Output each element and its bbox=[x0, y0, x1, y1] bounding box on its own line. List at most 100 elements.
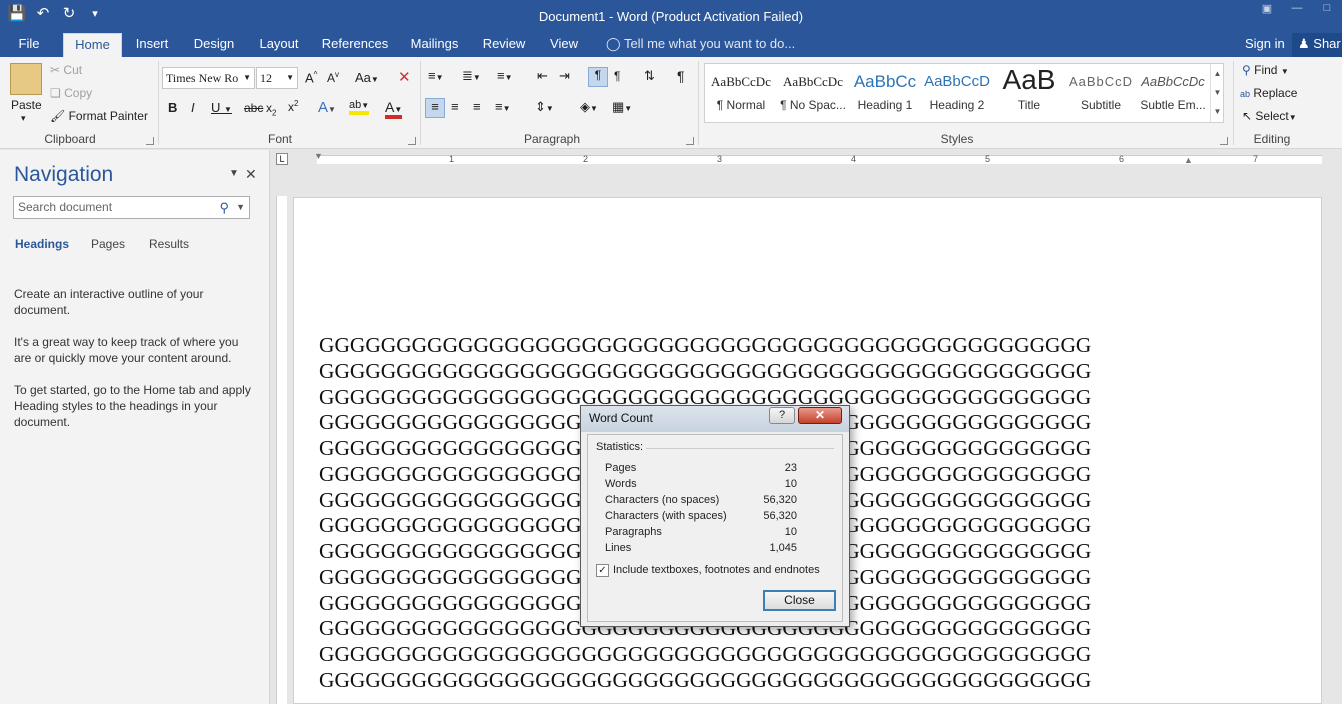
paragraph-launcher-icon[interactable] bbox=[686, 137, 694, 145]
multilevel-list-icon[interactable]: ≡▼ bbox=[497, 68, 513, 83]
style-heading-1[interactable]: AaBbCc Heading 1 bbox=[849, 64, 921, 122]
tab-view[interactable]: View bbox=[545, 33, 583, 57]
close-button[interactable]: Close bbox=[763, 590, 836, 611]
subscript-icon[interactable]: x2 bbox=[266, 101, 276, 117]
font-size-value: 12 bbox=[260, 71, 272, 85]
dialog-close-icon[interactable]: ✕ bbox=[798, 407, 842, 424]
tab-pages[interactable]: Pages bbox=[91, 237, 125, 251]
highlight-icon[interactable]: ab▼ bbox=[349, 99, 370, 115]
superscript-icon[interactable]: x2 bbox=[288, 99, 298, 114]
numbering-icon[interactable]: ≣▼ bbox=[462, 68, 481, 84]
format-painter-button[interactable]: 🖌 Format Painter bbox=[50, 109, 148, 123]
sort-icon[interactable]: ⇅ bbox=[644, 68, 655, 84]
style-no-spacing[interactable]: AaBbCcDc ¶ No Spac... bbox=[777, 64, 849, 122]
borders-icon[interactable]: ▦▼ bbox=[612, 99, 632, 115]
tab-references[interactable]: References bbox=[320, 33, 390, 57]
strikethrough-icon[interactable]: abc bbox=[244, 101, 263, 115]
font-size-combo[interactable]: 12 ▼ bbox=[256, 67, 298, 89]
close-icon[interactable]: ✕ bbox=[245, 166, 257, 183]
styles-scroll[interactable]: ▲ ▼ ▼ bbox=[1210, 64, 1224, 122]
replace-button[interactable]: ab Replace bbox=[1240, 86, 1297, 100]
tab-design[interactable]: Design bbox=[190, 33, 238, 57]
tab-file[interactable]: File bbox=[8, 33, 50, 57]
minimize-icon[interactable]: — bbox=[1282, 2, 1312, 22]
stat-value: 10 bbox=[784, 478, 797, 490]
stat-label: Lines bbox=[605, 542, 632, 554]
increase-indent-icon[interactable]: ⇥ bbox=[559, 68, 570, 84]
paste-icon[interactable] bbox=[10, 63, 42, 95]
text-effects-icon[interactable]: A▼ bbox=[318, 99, 336, 116]
sign-in-link[interactable]: Sign in bbox=[1245, 33, 1285, 55]
copy-button[interactable]: ❏ Copy bbox=[50, 86, 92, 100]
right-indent-icon[interactable]: ▲ bbox=[1184, 155, 1193, 165]
stat-row: Characters (with spaces) 56,320 bbox=[605, 510, 797, 526]
font-color-icon[interactable]: A▼ bbox=[385, 99, 403, 119]
include-textboxes-checkbox[interactable]: ✓ bbox=[596, 564, 609, 577]
shrink-font-icon[interactable]: Av bbox=[327, 70, 339, 85]
style-normal[interactable]: AaBbCcDc ¶ Normal bbox=[705, 64, 777, 122]
chevron-down-icon: ▼ bbox=[1288, 113, 1297, 122]
italic-icon[interactable]: I bbox=[191, 100, 195, 115]
tab-results[interactable]: Results bbox=[149, 237, 189, 251]
ruler-number: 2 bbox=[583, 154, 589, 164]
stat-label: Pages bbox=[605, 462, 637, 474]
tell-me-search[interactable]: ◯ Tell me what you want to do... bbox=[606, 33, 795, 55]
tab-headings[interactable]: Headings bbox=[15, 237, 69, 251]
style-heading-2[interactable]: AaBbCcD Heading 2 bbox=[921, 64, 993, 122]
tab-insert[interactable]: Insert bbox=[131, 33, 173, 57]
navigation-options-icon[interactable]: ▼ bbox=[229, 168, 239, 179]
find-button[interactable]: ⚲ Find ▼ bbox=[1242, 63, 1289, 77]
align-right-icon[interactable]: ≡ bbox=[473, 99, 481, 114]
search-icon[interactable]: ⚲ bbox=[219, 197, 229, 218]
paste-dropdown-icon[interactable]: ▾ bbox=[21, 113, 26, 124]
underline-icon[interactable]: U ▼ bbox=[211, 100, 232, 115]
ribbon-display-icon[interactable]: ▣ bbox=[1252, 2, 1282, 22]
ruler-number: 3 bbox=[717, 154, 723, 164]
stat-label: Characters (with spaces) bbox=[605, 510, 727, 522]
font-name-combo[interactable]: Times New Ro ▼ bbox=[162, 67, 255, 89]
font-launcher-icon[interactable] bbox=[408, 137, 416, 145]
lightbulb-icon: ◯ bbox=[606, 36, 621, 51]
bold-icon[interactable]: B bbox=[168, 100, 177, 115]
first-line-indent-icon[interactable]: ▼ bbox=[314, 151, 323, 161]
cut-button[interactable]: ✂ Cut bbox=[50, 63, 82, 77]
share-button[interactable]: ♟ Shar bbox=[1292, 33, 1342, 57]
document-line: GGGGGGGGGGGGGGGGGGGGGGGGGGGGGGGGGGGGGGGG… bbox=[319, 642, 1092, 666]
tab-review[interactable]: Review bbox=[480, 33, 528, 57]
stat-label: Paragraphs bbox=[605, 526, 662, 538]
grow-font-icon[interactable]: A^ bbox=[305, 70, 317, 85]
style-title[interactable]: AaB Title bbox=[993, 64, 1065, 122]
clipboard-launcher-icon[interactable] bbox=[146, 137, 154, 145]
maximize-icon[interactable]: □ bbox=[1312, 2, 1342, 22]
tell-me-label: Tell me what you want to do... bbox=[623, 36, 796, 51]
rtl-direction-icon[interactable]: ¶ bbox=[614, 69, 620, 83]
tab-selector-icon[interactable]: L bbox=[276, 153, 288, 165]
align-left-icon[interactable]: ≡ bbox=[425, 98, 445, 118]
tab-layout[interactable]: Layout bbox=[255, 33, 303, 57]
horizontal-ruler[interactable]: L 1 2 3 4 5 6 7 ▼ ▲ bbox=[270, 150, 1342, 168]
decrease-indent-icon[interactable]: ⇤ bbox=[537, 68, 548, 84]
center-icon[interactable]: ≡ bbox=[451, 99, 459, 114]
select-button[interactable]: ↖ Select▼ bbox=[1242, 109, 1297, 123]
styles-launcher-icon[interactable] bbox=[1220, 137, 1228, 145]
change-case-icon[interactable]: Aa▼ bbox=[355, 70, 379, 85]
show-formatting-icon[interactable]: ¶ bbox=[677, 68, 685, 84]
clear-formatting-icon[interactable]: ✕ bbox=[398, 68, 411, 86]
style-subtle-emphasis[interactable]: AaBbCcDc Subtle Em... bbox=[1137, 64, 1209, 122]
tab-home[interactable]: Home bbox=[63, 33, 122, 57]
clipboard-group-label: Clipboard bbox=[44, 132, 96, 146]
bullets-icon[interactable]: ≡▼ bbox=[428, 68, 444, 83]
justify-icon[interactable]: ≡▼ bbox=[495, 99, 511, 114]
line-spacing-icon[interactable]: ⇕▼ bbox=[535, 99, 554, 115]
style-subtitle[interactable]: AaBbCcD Subtitle bbox=[1065, 64, 1137, 122]
help-button[interactable]: ? bbox=[769, 407, 795, 424]
include-textboxes-label[interactable]: Include textboxes, footnotes and endnote… bbox=[613, 564, 820, 576]
shading-icon[interactable]: ◈▼ bbox=[580, 99, 598, 115]
search-input[interactable]: Search document ⚲ ▼ bbox=[13, 196, 250, 219]
style-name: Heading 1 bbox=[857, 98, 913, 112]
ltr-direction-icon[interactable]: ¶ bbox=[588, 67, 608, 87]
chevron-down-icon[interactable]: ▼ bbox=[236, 197, 245, 218]
paste-button[interactable]: Paste bbox=[11, 98, 42, 112]
group-divider bbox=[1233, 61, 1234, 145]
tab-mailings[interactable]: Mailings bbox=[406, 33, 463, 57]
